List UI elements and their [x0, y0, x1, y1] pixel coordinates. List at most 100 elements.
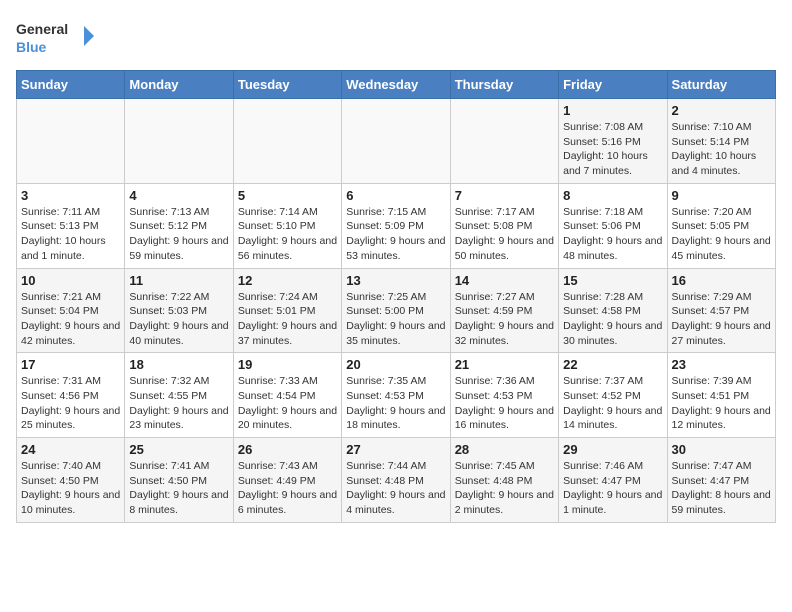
- calendar-cell: 12 Sunrise: 7:24 AM Sunset: 5:01 PM Dayli…: [233, 268, 341, 353]
- calendar-cell: 15Sunrise: 7:28 AM Sunset: 4:58 PM Dayli…: [559, 268, 667, 353]
- day-number: 22: [563, 357, 662, 372]
- calendar-week-3: 10 Sunrise: 7:21 AM Sunset: 5:04 PM Dayli…: [17, 268, 776, 353]
- calendar-body: 1 Sunrise: 7:08 AM Sunset: 5:16 PM Daylig…: [17, 99, 776, 523]
- day-number: 27: [346, 442, 445, 457]
- day-info: Sunrise: 7:45 AM Sunset: 4:48 PM Dayligh…: [455, 459, 554, 518]
- calendar-cell: 3Sunrise: 7:11 AM Sunset: 5:13 PM Daylig…: [17, 183, 125, 268]
- calendar-cell: 11 Sunrise: 7:22 AM Sunset: 5:03 PM Dayli…: [125, 268, 233, 353]
- day-number: 12: [238, 273, 337, 288]
- calendar-cell: 13Sunrise: 7:25 AM Sunset: 5:00 PM Dayli…: [342, 268, 450, 353]
- day-number: 25: [129, 442, 228, 457]
- calendar-cell: 29 Sunrise: 7:46 AM Sunset: 4:47 PM Dayli…: [559, 438, 667, 523]
- calendar-cell: [233, 99, 341, 184]
- day-number: 10: [21, 273, 120, 288]
- day-number: 18: [129, 357, 228, 372]
- day-info: Sunrise: 7:15 AM Sunset: 5:09 PM Dayligh…: [346, 205, 445, 264]
- day-info: Sunrise: 7:24 AM Sunset: 5:01 PM Dayligh…: [238, 290, 337, 349]
- day-number: 28: [455, 442, 554, 457]
- logo-svg: General Blue: [16, 16, 96, 60]
- day-info: Sunrise: 7:21 AM Sunset: 5:04 PM Dayligh…: [21, 290, 120, 349]
- day-info: Sunrise: 7:08 AM Sunset: 5:16 PM Dayligh…: [563, 120, 662, 179]
- calendar-week-2: 3Sunrise: 7:11 AM Sunset: 5:13 PM Daylig…: [17, 183, 776, 268]
- day-number: 5: [238, 188, 337, 203]
- day-number: 23: [672, 357, 771, 372]
- day-number: 9: [672, 188, 771, 203]
- calendar-cell: 26 Sunrise: 7:43 AM Sunset: 4:49 PM Dayli…: [233, 438, 341, 523]
- calendar-cell: 20 Sunrise: 7:35 AM Sunset: 4:53 PM Dayli…: [342, 353, 450, 438]
- weekday-header-friday: Friday: [559, 71, 667, 99]
- weekday-header-saturday: Saturday: [667, 71, 775, 99]
- day-number: 6: [346, 188, 445, 203]
- day-number: 3: [21, 188, 120, 203]
- weekday-header-wednesday: Wednesday: [342, 71, 450, 99]
- day-number: 30: [672, 442, 771, 457]
- weekday-header-sunday: Sunday: [17, 71, 125, 99]
- day-number: 15: [563, 273, 662, 288]
- calendar-cell: 21 Sunrise: 7:36 AM Sunset: 4:53 PM Dayli…: [450, 353, 558, 438]
- day-number: 29: [563, 442, 662, 457]
- calendar-cell: 4 Sunrise: 7:13 AM Sunset: 5:12 PM Daylig…: [125, 183, 233, 268]
- day-number: 7: [455, 188, 554, 203]
- calendar-cell: 19Sunrise: 7:33 AM Sunset: 4:54 PM Dayli…: [233, 353, 341, 438]
- calendar-cell: 18 Sunrise: 7:32 AM Sunset: 4:55 PM Dayli…: [125, 353, 233, 438]
- header: General Blue: [16, 16, 776, 60]
- day-number: 17: [21, 357, 120, 372]
- calendar: SundayMondayTuesdayWednesdayThursdayFrid…: [16, 70, 776, 523]
- day-info: Sunrise: 7:41 AM Sunset: 4:50 PM Dayligh…: [129, 459, 228, 518]
- day-info: Sunrise: 7:17 AM Sunset: 5:08 PM Dayligh…: [455, 205, 554, 264]
- calendar-cell: [342, 99, 450, 184]
- calendar-cell: 16 Sunrise: 7:29 AM Sunset: 4:57 PM Dayli…: [667, 268, 775, 353]
- day-number: 4: [129, 188, 228, 203]
- day-info: Sunrise: 7:22 AM Sunset: 5:03 PM Dayligh…: [129, 290, 228, 349]
- day-info: Sunrise: 7:27 AM Sunset: 4:59 PM Dayligh…: [455, 290, 554, 349]
- calendar-cell: [450, 99, 558, 184]
- day-info: Sunrise: 7:31 AM Sunset: 4:56 PM Dayligh…: [21, 374, 120, 433]
- calendar-cell: 24 Sunrise: 7:40 AM Sunset: 4:50 PM Dayli…: [17, 438, 125, 523]
- day-number: 16: [672, 273, 771, 288]
- calendar-cell: [17, 99, 125, 184]
- day-number: 8: [563, 188, 662, 203]
- day-info: Sunrise: 7:40 AM Sunset: 4:50 PM Dayligh…: [21, 459, 120, 518]
- day-info: Sunrise: 7:32 AM Sunset: 4:55 PM Dayligh…: [129, 374, 228, 433]
- calendar-cell: 9 Sunrise: 7:20 AM Sunset: 5:05 PM Daylig…: [667, 183, 775, 268]
- day-number: 1: [563, 103, 662, 118]
- day-number: 14: [455, 273, 554, 288]
- day-info: Sunrise: 7:36 AM Sunset: 4:53 PM Dayligh…: [455, 374, 554, 433]
- day-number: 2: [672, 103, 771, 118]
- day-number: 11: [129, 273, 228, 288]
- day-info: Sunrise: 7:39 AM Sunset: 4:51 PM Dayligh…: [672, 374, 771, 433]
- day-info: Sunrise: 7:13 AM Sunset: 5:12 PM Dayligh…: [129, 205, 228, 264]
- day-info: Sunrise: 7:37 AM Sunset: 4:52 PM Dayligh…: [563, 374, 662, 433]
- day-info: Sunrise: 7:20 AM Sunset: 5:05 PM Dayligh…: [672, 205, 771, 264]
- svg-text:Blue: Blue: [16, 39, 47, 55]
- day-number: 21: [455, 357, 554, 372]
- calendar-cell: 17 Sunrise: 7:31 AM Sunset: 4:56 PM Dayli…: [17, 353, 125, 438]
- calendar-cell: 7 Sunrise: 7:17 AM Sunset: 5:08 PM Daylig…: [450, 183, 558, 268]
- weekday-header-thursday: Thursday: [450, 71, 558, 99]
- calendar-cell: 1 Sunrise: 7:08 AM Sunset: 5:16 PM Daylig…: [559, 99, 667, 184]
- day-info: Sunrise: 7:46 AM Sunset: 4:47 PM Dayligh…: [563, 459, 662, 518]
- calendar-cell: 6 Sunrise: 7:15 AM Sunset: 5:09 PM Daylig…: [342, 183, 450, 268]
- calendar-cell: 27Sunrise: 7:44 AM Sunset: 4:48 PM Dayli…: [342, 438, 450, 523]
- day-info: Sunrise: 7:43 AM Sunset: 4:49 PM Dayligh…: [238, 459, 337, 518]
- logo: General Blue: [16, 16, 96, 60]
- calendar-cell: 2Sunrise: 7:10 AM Sunset: 5:14 PM Daylig…: [667, 99, 775, 184]
- day-info: Sunrise: 7:29 AM Sunset: 4:57 PM Dayligh…: [672, 290, 771, 349]
- calendar-cell: 22 Sunrise: 7:37 AM Sunset: 4:52 PM Dayli…: [559, 353, 667, 438]
- weekday-header-tuesday: Tuesday: [233, 71, 341, 99]
- calendar-cell: 30 Sunrise: 7:47 AM Sunset: 4:47 PM Dayli…: [667, 438, 775, 523]
- calendar-cell: 10 Sunrise: 7:21 AM Sunset: 5:04 PM Dayli…: [17, 268, 125, 353]
- calendar-cell: [125, 99, 233, 184]
- svg-text:General: General: [16, 21, 68, 37]
- day-info: Sunrise: 7:47 AM Sunset: 4:47 PM Dayligh…: [672, 459, 771, 518]
- day-info: Sunrise: 7:35 AM Sunset: 4:53 PM Dayligh…: [346, 374, 445, 433]
- day-number: 24: [21, 442, 120, 457]
- calendar-week-1: 1 Sunrise: 7:08 AM Sunset: 5:16 PM Daylig…: [17, 99, 776, 184]
- day-number: 26: [238, 442, 337, 457]
- calendar-cell: 28 Sunrise: 7:45 AM Sunset: 4:48 PM Dayli…: [450, 438, 558, 523]
- calendar-cell: 25 Sunrise: 7:41 AM Sunset: 4:50 PM Dayli…: [125, 438, 233, 523]
- day-info: Sunrise: 7:33 AM Sunset: 4:54 PM Dayligh…: [238, 374, 337, 433]
- calendar-cell: 14 Sunrise: 7:27 AM Sunset: 4:59 PM Dayli…: [450, 268, 558, 353]
- day-number: 20: [346, 357, 445, 372]
- calendar-header: SundayMondayTuesdayWednesdayThursdayFrid…: [17, 71, 776, 99]
